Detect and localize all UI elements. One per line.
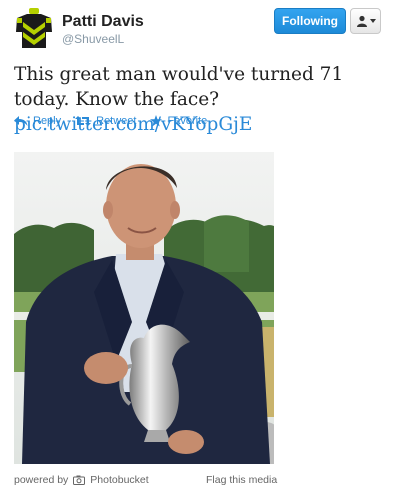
reply-icon [14, 116, 28, 126]
photobucket-link[interactable]: Photobucket [90, 474, 148, 486]
avatar[interactable] [14, 8, 54, 50]
following-button[interactable]: Following [274, 8, 346, 34]
chevron-down-icon [369, 19, 376, 23]
retweet-button[interactable]: Retweet [75, 115, 136, 127]
flag-media-link[interactable]: Flag this media [206, 474, 277, 486]
reply-button[interactable]: Reply [14, 115, 61, 127]
favorite-button[interactable]: Favorite [150, 115, 207, 127]
user-menu-button[interactable] [350, 8, 381, 34]
tweet-actions: Reply Retweet Favorite [14, 115, 207, 127]
tweet-body: This great man would've turned 71 today.… [14, 64, 344, 110]
retweet-label: Retweet [96, 115, 137, 127]
camera-icon [73, 475, 86, 485]
reply-label: Reply [33, 115, 62, 127]
user-name[interactable]: Patti Davis [62, 13, 144, 31]
tweet-photo[interactable] [14, 152, 274, 464]
media-credit: powered by Photobucket [14, 474, 149, 486]
star-icon [150, 115, 163, 127]
retweet-icon [75, 116, 92, 126]
user-icon [356, 15, 367, 27]
user-handle[interactable]: @ShuveelL [62, 32, 124, 46]
favorite-label: Favorite [167, 115, 208, 127]
powered-by-label: powered by [14, 474, 69, 486]
